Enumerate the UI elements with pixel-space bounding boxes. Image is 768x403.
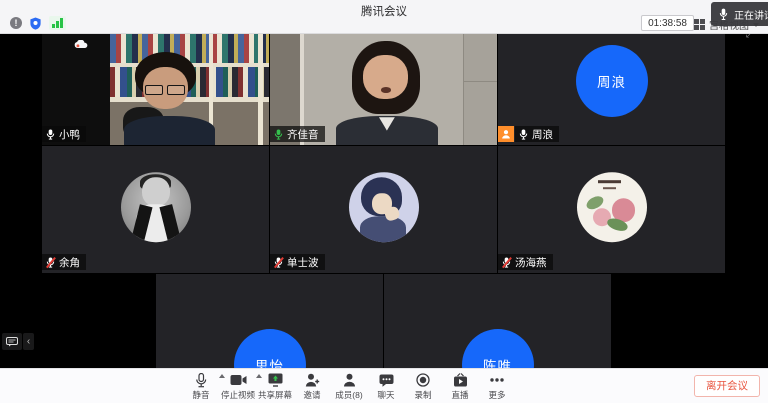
video-tile[interactable]: 周浪 周浪 [498,34,725,145]
video-tile[interactable]: 汤海燕 [498,146,725,273]
mic-muted-icon [273,257,284,268]
avatar [577,172,647,242]
chat-icon [379,372,394,388]
speaking-toast-text: 正在讲话: 齐 [734,7,768,22]
name-label: 余角 [42,254,86,270]
meeting-timer: 01:38:58 [641,15,694,31]
record-button[interactable]: 录制 [405,372,441,401]
name-label: 汤海燕 [498,254,553,270]
members-button[interactable]: 成员(8) [331,372,367,401]
cloud-icon [74,40,88,49]
camera-icon [230,372,247,388]
invite-button[interactable]: 邀请 [294,372,330,401]
participant-name: 余角 [59,255,80,270]
mic-on-icon [45,129,56,140]
chat-bubble-icon [2,333,22,350]
mute-button[interactable]: 静音 [183,372,219,401]
more-dots-icon [489,372,505,388]
mic-muted-icon [501,257,512,268]
top-bar: 腾讯会议 ! 01:38:58 宫格视图 [0,0,768,34]
speaking-toast: 正在讲话: 齐 [711,2,768,26]
mic-icon [719,8,728,21]
participant-name: 齐佳音 [287,127,319,142]
stop-video-button[interactable]: 停止视频 [220,372,256,401]
share-screen-icon [268,372,283,388]
name-label: 单士波 [270,254,325,270]
cloud-recording-indicator [74,40,88,49]
video-tile[interactable]: 齐佳音 [270,34,497,145]
collapse-chevron-icon: ‹ [23,333,34,350]
participant-name: 单士波 [287,255,319,270]
name-label: 齐佳音 [270,126,325,142]
host-badge-icon [498,126,514,142]
invite-person-icon [305,372,320,388]
live-tv-icon [453,372,468,388]
chat-button[interactable]: 聊天 [368,372,404,401]
mic-muted-icon [45,257,56,268]
meeting-window: 腾讯会议 ! 01:38:58 宫格视图 正在讲话: 齐 ⤢ [0,0,768,403]
network-signal-icon[interactable] [49,16,66,30]
video-tile[interactable]: 余角 [42,146,269,273]
video-tile[interactable]: 小鸭 [42,34,269,145]
leave-meeting-button[interactable]: 离开会议 [694,375,760,397]
video-grid: 小鸭 齐佳音 周浪 [0,34,768,403]
mic-on-icon [518,129,529,140]
more-button[interactable]: 更多 [479,372,515,401]
bottom-toolbar: 静音 停止视频 共享屏幕 邀请 [0,368,768,403]
avatar [349,172,419,242]
chat-panel-toggle[interactable]: ‹ [2,333,34,350]
grid-view-icon [694,19,706,31]
info-icon[interactable]: ! [10,17,22,29]
shield-icon[interactable] [29,17,42,30]
mic-icon [195,372,207,388]
status-icons: ! [10,16,66,30]
name-label: 周浪 [498,126,559,142]
share-screen-button[interactable]: 共享屏幕 [257,372,293,401]
participant-name: 周浪 [532,127,553,142]
video-tile[interactable]: 单士波 [270,146,497,273]
mic-speaking-icon [273,129,284,140]
record-icon [416,372,430,388]
person-icon [343,372,356,388]
name-label: 小鸭 [42,126,86,142]
live-button[interactable]: 直播 [442,372,478,401]
avatar [121,172,191,242]
participant-name: 汤海燕 [515,255,547,270]
avatar: 周浪 [576,45,648,117]
participant-name: 小鸭 [59,127,80,142]
